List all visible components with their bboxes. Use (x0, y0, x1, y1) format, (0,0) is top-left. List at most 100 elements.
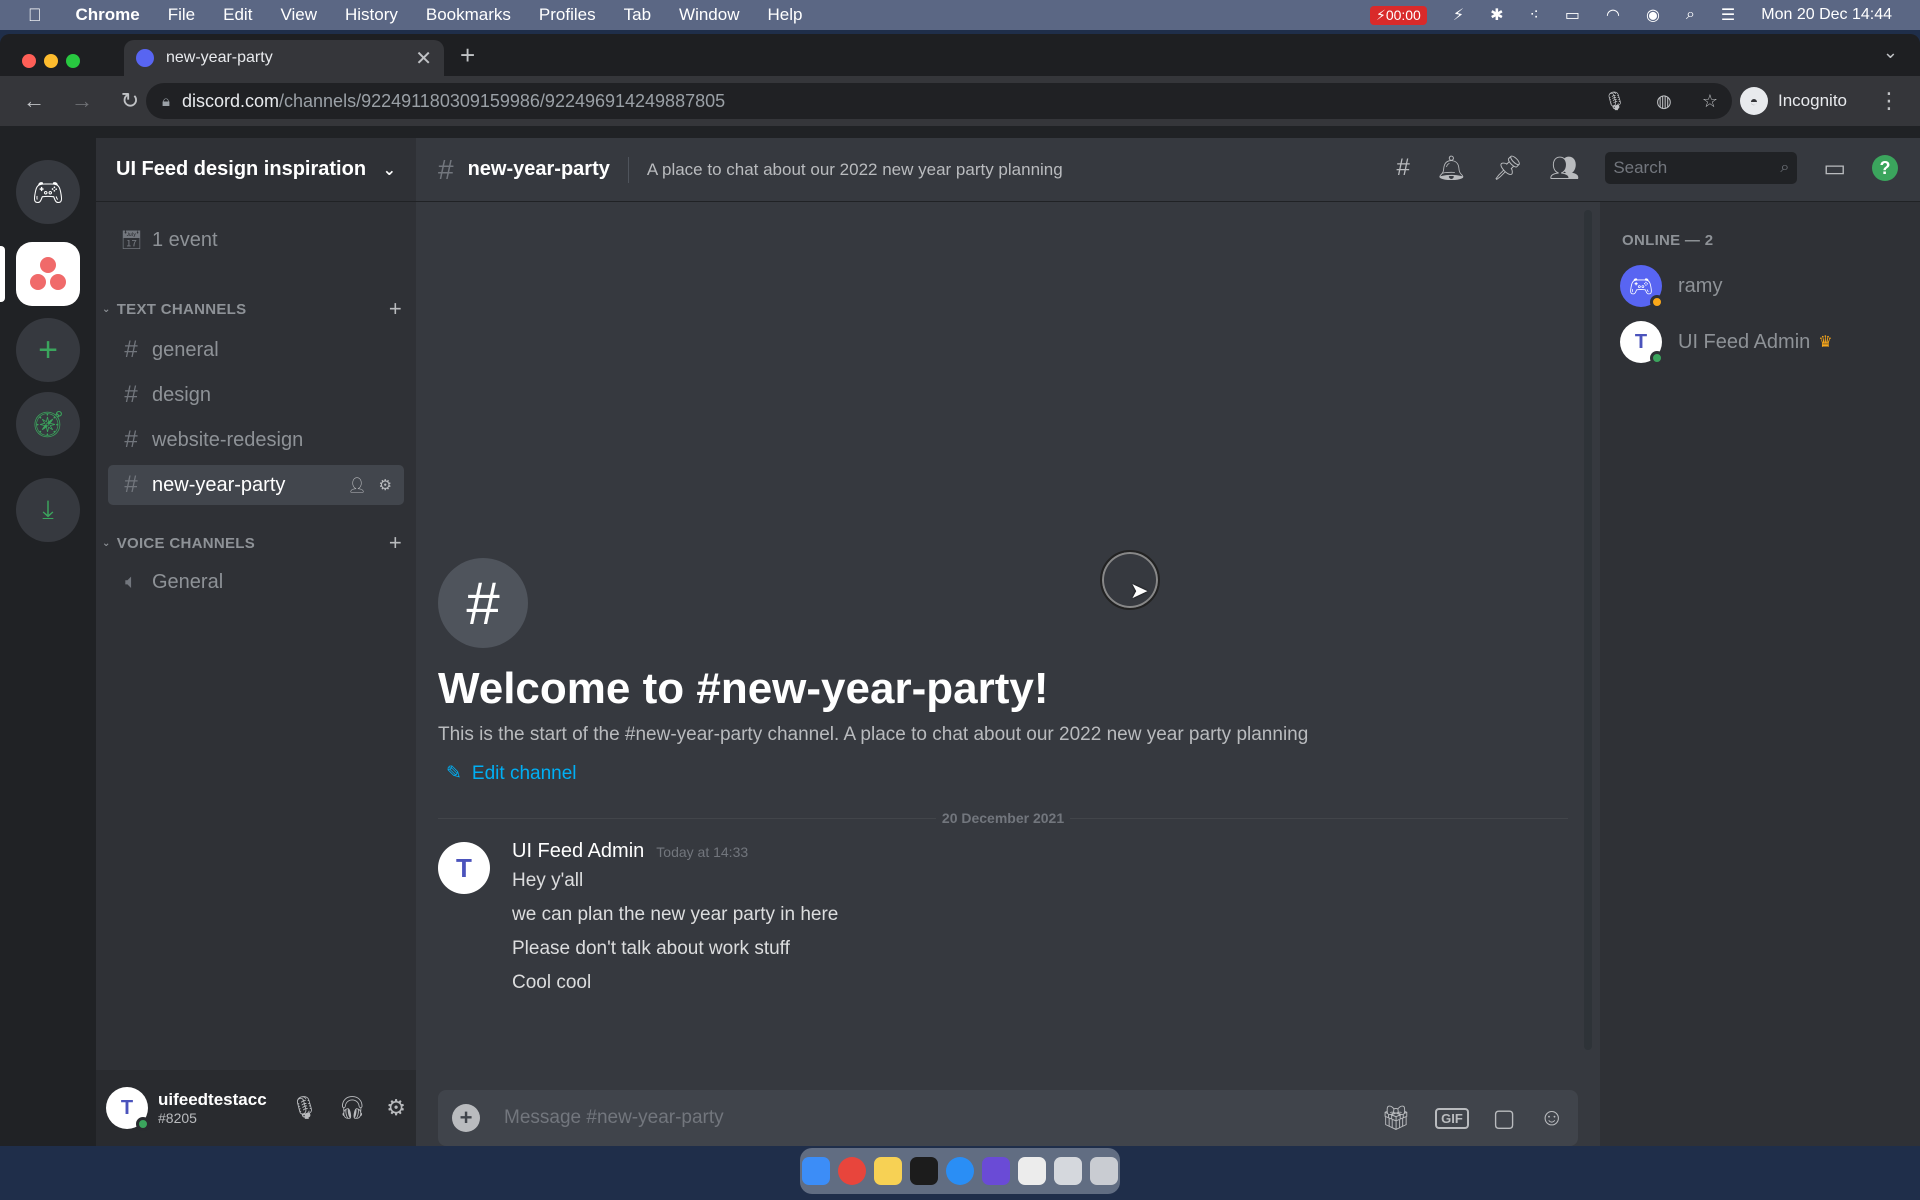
spotlight-icon[interactable]: ⌕ (1686, 6, 1695, 24)
search-input[interactable]: Search ⌕ (1605, 152, 1798, 184)
avatar[interactable]: T (106, 1087, 150, 1131)
inbox-icon[interactable]: ▭ (1823, 154, 1846, 183)
sticker-icon[interactable]: ▢ (1493, 1104, 1516, 1133)
discord-app: 🎮︎ + 🧭︎ ⤓ UI Feed design inspiration ⌄ 📅… (0, 138, 1920, 1146)
wifi-icon[interactable]: ◠ (1606, 5, 1620, 25)
keyboard-icon[interactable] (1054, 1157, 1082, 1185)
pin-icon[interactable]: 📌︎ (1492, 154, 1522, 183)
menu-help[interactable]: Help (768, 5, 803, 25)
finder-icon[interactable] (802, 1157, 830, 1185)
bell-icon[interactable]: 🔔︎ (1436, 154, 1466, 183)
browser-window: new-year-party ✕ + ⌄ ← → ↻ 🔒︎ discord.co… (0, 34, 1920, 1146)
gear-icon[interactable]: ⚙ (379, 476, 392, 494)
channel-topic[interactable]: A place to chat about our 2022 new year … (647, 160, 1063, 180)
settings-gear-icon[interactable]: ⚙ (386, 1095, 406, 1121)
star-icon[interactable]: ☆ (1702, 91, 1718, 112)
server-uifeed-icon[interactable] (16, 242, 80, 306)
discord-home-icon[interactable]: 🎮︎ (16, 160, 80, 224)
headphones-icon[interactable]: 🎧︎ (338, 1095, 366, 1121)
menu-view[interactable]: View (280, 5, 317, 25)
zoom-window-button[interactable] (66, 54, 80, 68)
minimize-window-button[interactable] (44, 54, 58, 68)
battery-icon[interactable]: ▭ (1565, 5, 1580, 25)
chrome-menu-icon[interactable]: ⋮ (1878, 88, 1900, 114)
menubar-datetime[interactable]: Mon 20 Dec 14:44 (1761, 6, 1892, 24)
dots-icon[interactable]: ⁖ (1530, 5, 1539, 25)
add-server-icon[interactable]: + (16, 318, 80, 382)
create-channel-icon[interactable]: + (389, 530, 402, 556)
member-ramy[interactable]: 🎮︎ ramy (1620, 262, 1722, 310)
back-icon[interactable]: ← (20, 88, 48, 114)
browser-tab[interactable]: new-year-party ✕ (124, 40, 444, 76)
eye-off-icon[interactable]: ◍ (1656, 91, 1672, 112)
gif-button[interactable]: GIF (1435, 1107, 1469, 1129)
emoji-icon[interactable]: ☺ (1539, 1104, 1564, 1132)
help-icon[interactable]: ? (1872, 155, 1898, 181)
control-center-icon[interactable]: ☰ (1721, 5, 1735, 25)
member-ui-feed-admin[interactable]: T UI Feed Admin ♛ (1620, 318, 1833, 366)
create-channel-icon[interactable]: + (389, 296, 402, 322)
server-header[interactable]: UI Feed design inspiration ⌄ (96, 138, 416, 202)
menu-edit[interactable]: Edit (223, 5, 252, 25)
message-input[interactable]: Message #new-year-party (504, 1107, 724, 1129)
message-avatar[interactable]: T (438, 842, 490, 894)
edit-channel-link[interactable]: ✎ Edit channel (446, 762, 577, 785)
bolt-icon[interactable]: ⚡ (1453, 5, 1464, 25)
document-icon[interactable] (1018, 1157, 1046, 1185)
menu-profiles[interactable]: Profiles (539, 5, 596, 25)
close-window-button[interactable] (22, 54, 36, 68)
microphone-icon[interactable]: 🎙︎ (290, 1095, 318, 1121)
forward-icon[interactable]: → (68, 88, 96, 114)
explore-servers-icon[interactable]: 🧭︎ (16, 392, 80, 456)
events-item[interactable]: 📅︎ 1 event (108, 220, 404, 260)
voice-channel-general[interactable]: 🔈︎ General (108, 562, 404, 602)
user-icon[interactable]: ◉ (1646, 5, 1660, 25)
message-composer[interactable]: + Message #new-year-party 🎁︎ GIF ▢ ☺ (438, 1090, 1578, 1146)
message-scrollbar[interactable] (1584, 210, 1592, 1050)
tab-search-icon[interactable]: ⌄ (1883, 42, 1898, 63)
menu-tab[interactable]: Tab (624, 5, 651, 25)
tab-title: new-year-party (166, 49, 273, 66)
gift-icon[interactable]: 🎁︎ (1381, 1104, 1411, 1133)
channel-design[interactable]: # design (108, 375, 404, 415)
reload-icon[interactable]: ↻ (116, 88, 144, 114)
channel-new-year-party[interactable]: # new-year-party 👤︎ ⚙ (108, 465, 404, 505)
menu-file[interactable]: File (168, 5, 195, 25)
channel-label: website-redesign (152, 428, 304, 451)
incognito-icon: ◓ (1740, 87, 1768, 115)
message-author[interactable]: UI Feed Admin (512, 840, 644, 863)
microphone-icon[interactable]: 🎙︎ (1603, 91, 1626, 112)
notes-icon[interactable] (874, 1157, 902, 1185)
category-voice-channels[interactable]: ⌄ VOICE CHANNELS + (102, 530, 402, 556)
bolt-app-icon[interactable] (982, 1157, 1010, 1185)
tab-close-icon[interactable]: ✕ (415, 46, 432, 71)
members-icon[interactable]: 👥︎ (1549, 154, 1579, 183)
menu-bookmarks[interactable]: Bookmarks (426, 5, 511, 25)
channel-website-redesign[interactable]: # website-redesign (108, 420, 404, 460)
download-apps-icon[interactable]: ⤓ (16, 478, 80, 542)
menu-app-name[interactable]: Chrome (76, 5, 140, 25)
pencil-icon: ✎ (446, 763, 462, 784)
recording-timer[interactable]: ⚡00:00 (1369, 5, 1427, 25)
menu-history[interactable]: History (345, 5, 398, 25)
upload-plus-icon[interactable]: + (452, 1104, 480, 1132)
threads-icon[interactable]: # (1397, 154, 1410, 182)
channel-general[interactable]: # general (108, 330, 404, 370)
menu-window[interactable]: Window (679, 5, 739, 25)
terminal-icon[interactable] (910, 1157, 938, 1185)
safari-icon[interactable] (946, 1157, 974, 1185)
bluetooth-icon[interactable]: ✱ (1490, 5, 1503, 25)
invite-icon[interactable]: 👤︎ (348, 476, 367, 494)
trash-icon[interactable] (1090, 1157, 1118, 1185)
apple-menu-icon[interactable]:  (28, 5, 42, 26)
incognito-badge[interactable]: ◓ Incognito (1740, 83, 1847, 119)
chrome-icon[interactable] (838, 1157, 866, 1185)
new-tab-button[interactable]: + (460, 40, 475, 71)
username: uifeedtestacc (158, 1090, 267, 1110)
avatar: T (1620, 321, 1664, 365)
address-bar[interactable]: 🔒︎ discord.com /channels/922491180309159… (146, 83, 1732, 119)
date-label: 20 December 2021 (941, 810, 1065, 826)
category-text-channels[interactable]: ⌄ TEXT CHANNELS + (102, 296, 402, 322)
incognito-label: Incognito (1778, 91, 1847, 110)
lock-icon[interactable]: 🔒︎ (162, 93, 170, 110)
